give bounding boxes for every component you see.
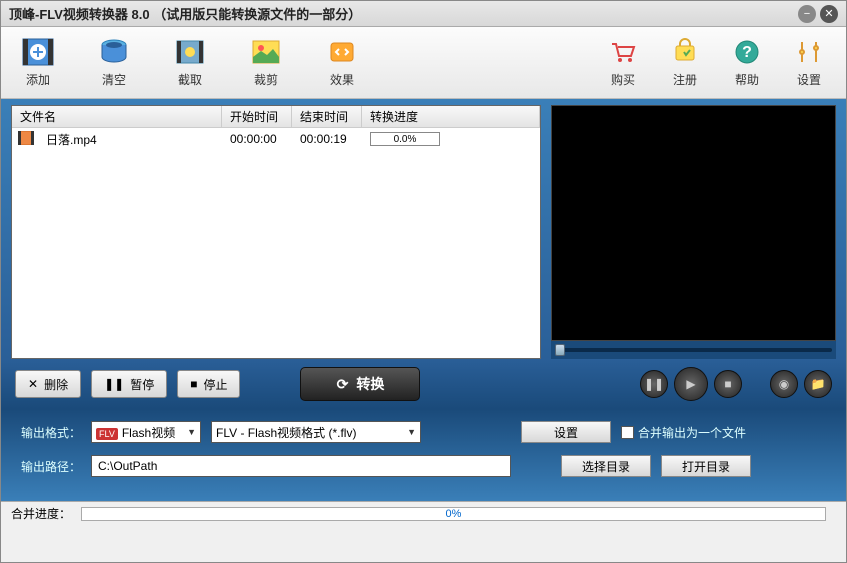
- register-icon: [668, 37, 702, 67]
- output-path-input[interactable]: C:\OutPath: [91, 455, 511, 477]
- crop-button[interactable]: 裁剪: [249, 37, 283, 88]
- file-start-cell: 00:00:00: [222, 128, 292, 150]
- open-folder-button[interactable]: 📁: [804, 370, 832, 398]
- settings-button[interactable]: 设置: [792, 37, 826, 88]
- merge-checkbox[interactable]: [621, 426, 634, 439]
- choose-dir-button[interactable]: 选择目录: [561, 455, 651, 477]
- column-start[interactable]: 开始时间: [222, 106, 292, 127]
- file-icon: [18, 131, 38, 148]
- format-short-combo[interactable]: FLVFlash视频 ▼: [91, 421, 201, 443]
- cart-icon: [606, 37, 640, 67]
- file-list-header: 文件名 开始时间 结束时间 转换进度: [12, 106, 540, 128]
- app-window: 顶峰-FLV视频转换器 8.0 （试用版只能转换源文件的一部分） − ✕ 添加 …: [0, 0, 847, 563]
- column-progress[interactable]: 转换进度: [362, 106, 540, 127]
- file-progress-bar: 0.0%: [370, 132, 440, 146]
- merge-label: 合并输出为一个文件: [638, 424, 746, 441]
- crop-label: 裁剪: [254, 71, 278, 88]
- register-button[interactable]: 注册: [668, 37, 702, 88]
- merge-progress-percent: 0%: [446, 508, 462, 520]
- toolbar-left-group: 添加 清空 截取 裁剪 效果: [21, 37, 359, 88]
- pause-icon: ❚❚: [104, 377, 124, 391]
- pause-button[interactable]: ❚❚ 暂停: [91, 370, 167, 398]
- help-label: 帮助: [735, 71, 759, 88]
- media-play-button[interactable]: ▶: [674, 367, 708, 401]
- effect-label: 效果: [330, 71, 354, 88]
- svg-text:?: ?: [742, 44, 752, 61]
- file-row[interactable]: 日落.mp4 00:00:00 00:00:19 0.0%: [12, 128, 540, 150]
- settings-area: 输出格式： FLVFlash视频 ▼ FLV - Flash视频格式 (*.fl…: [1, 409, 846, 501]
- add-button[interactable]: 添加: [21, 37, 55, 88]
- buy-button[interactable]: 购买: [606, 37, 640, 88]
- help-icon: ?: [730, 37, 764, 67]
- merge-checkbox-wrap[interactable]: 合并输出为一个文件: [621, 424, 746, 441]
- convert-button[interactable]: ⟳ 转换: [300, 367, 420, 401]
- add-icon: [21, 37, 55, 67]
- content-area: 文件名 开始时间 结束时间 转换进度 日落.mp4 00:00:00 00:00…: [1, 99, 846, 359]
- close-button[interactable]: ✕: [820, 5, 838, 23]
- action-row: ✕ 删除 ❚❚ 暂停 ■ 停止 ⟳ 转换 ❚❚ ▶ ■ ◉ 📁: [1, 359, 846, 409]
- merge-progress-label: 合并进度：: [11, 505, 71, 522]
- crop-icon: [249, 37, 283, 67]
- effect-button[interactable]: 效果: [325, 37, 359, 88]
- stop-icon: ■: [190, 377, 197, 391]
- buy-label: 购买: [611, 71, 635, 88]
- delete-button[interactable]: ✕ 删除: [15, 370, 81, 398]
- open-dir-button[interactable]: 打开目录: [661, 455, 751, 477]
- titlebar: 顶峰-FLV视频转换器 8.0 （试用版只能转换源文件的一部分） − ✕: [1, 1, 846, 27]
- slider-track: [555, 348, 832, 352]
- merge-progress-bar: 0%: [81, 507, 826, 521]
- stop-button[interactable]: ■ 停止: [177, 370, 240, 398]
- cut-button[interactable]: 截取: [173, 37, 207, 88]
- output-path-row: 输出路径： C:\OutPath 选择目录 打开目录: [21, 455, 826, 477]
- toolbar-right-group: 购买 注册 ? 帮助 设置: [606, 37, 826, 88]
- camera-icon: ◉: [779, 377, 789, 391]
- cut-icon: [173, 37, 207, 67]
- file-progress-cell: 0.0%: [362, 128, 540, 150]
- window-title: 顶峰-FLV视频转换器 8.0 （试用版只能转换源文件的一部分）: [9, 4, 794, 23]
- media-stop-button[interactable]: ■: [714, 370, 742, 398]
- column-filename[interactable]: 文件名: [12, 106, 222, 127]
- pause-icon: ❚❚: [644, 377, 664, 391]
- preview-panel: [551, 105, 836, 359]
- chevron-down-icon: ▼: [187, 427, 196, 437]
- media-pause-button[interactable]: ❚❚: [640, 370, 668, 398]
- clear-icon: [97, 37, 131, 67]
- preview-slider[interactable]: [551, 341, 836, 359]
- stop-icon: ■: [724, 377, 731, 391]
- footer: 合并进度： 0%: [1, 501, 846, 525]
- file-end-cell: 00:00:19: [292, 128, 362, 150]
- main-toolbar: 添加 清空 截取 裁剪 效果 购买: [1, 27, 846, 99]
- output-format-row: 输出格式： FLVFlash视频 ▼ FLV - Flash视频格式 (*.fl…: [21, 421, 826, 443]
- folder-icon: 📁: [811, 377, 826, 391]
- media-controls: ❚❚ ▶ ■ ◉ 📁: [640, 367, 832, 401]
- column-end[interactable]: 结束时间: [292, 106, 362, 127]
- flv-tag-icon: FLV: [96, 428, 118, 440]
- slider-thumb[interactable]: [555, 344, 565, 356]
- file-name-cell: 日落.mp4: [38, 128, 222, 150]
- help-button[interactable]: ? 帮助: [730, 37, 764, 88]
- play-icon: ▶: [686, 377, 695, 391]
- effect-icon: [325, 37, 359, 67]
- cut-label: 截取: [178, 71, 202, 88]
- clear-button[interactable]: 清空: [97, 37, 131, 88]
- clear-label: 清空: [102, 71, 126, 88]
- preview-screen: [551, 105, 836, 341]
- register-label: 注册: [673, 71, 697, 88]
- tools-icon: [792, 37, 826, 67]
- chevron-down-icon: ▼: [407, 427, 416, 437]
- format-label: 输出格式：: [21, 424, 81, 441]
- x-icon: ✕: [28, 377, 38, 391]
- format-settings-button[interactable]: 设置: [521, 421, 611, 443]
- settings-label: 设置: [797, 71, 821, 88]
- add-label: 添加: [26, 71, 50, 88]
- refresh-icon: ⟳: [337, 376, 349, 393]
- format-long-combo[interactable]: FLV - Flash视频格式 (*.flv) ▼: [211, 421, 421, 443]
- minimize-button[interactable]: −: [798, 5, 816, 23]
- path-label: 输出路径：: [21, 458, 81, 475]
- snapshot-button[interactable]: ◉: [770, 370, 798, 398]
- file-list-panel: 文件名 开始时间 结束时间 转换进度 日落.mp4 00:00:00 00:00…: [11, 105, 541, 359]
